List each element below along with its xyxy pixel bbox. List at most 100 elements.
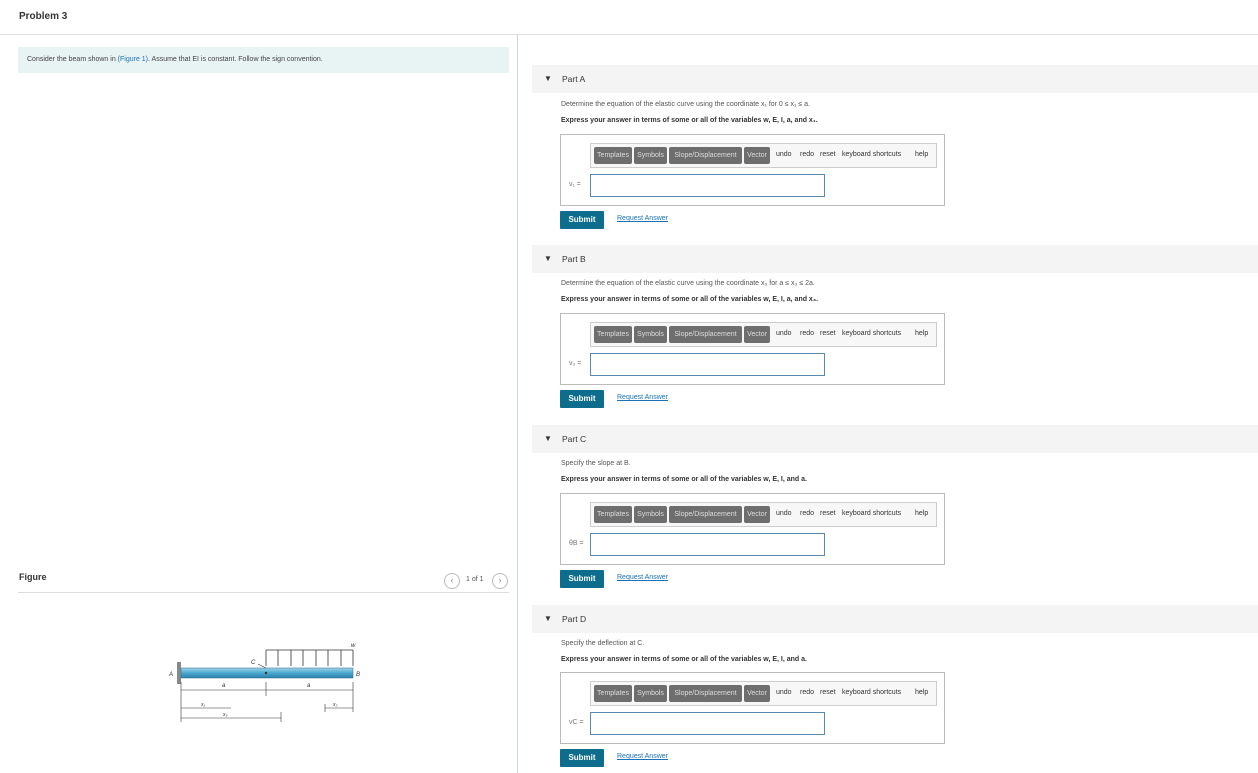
templates-button[interactable]: Templates [594,685,632,702]
math-toolbar: Templates Symbols Slope/Displacement Vec… [590,681,937,706]
part-d-header[interactable]: ▼ Part D [532,605,1258,633]
vector-button[interactable]: Vector [744,326,770,343]
vector-button[interactable]: Vector [744,147,770,164]
part-c-request-answer-link[interactable]: Request Answer [617,574,668,581]
reset-button[interactable]: reset [820,510,836,517]
label-x2: x₂ [332,702,338,708]
help-button[interactable]: help [915,510,928,517]
label-x3: x₃ [222,712,228,718]
page-title: Problem 3 [19,11,68,22]
templates-button[interactable]: Templates [594,326,632,343]
math-toolbar: Templates Symbols Slope/Displacement Vec… [590,143,937,168]
part-c-answer-input[interactable] [590,533,825,556]
part-d-submit-button[interactable]: Submit [560,749,604,767]
part-a-answer-input[interactable] [590,174,825,197]
collapse-triangle-icon: ▼ [544,254,552,263]
vector-button[interactable]: Vector [744,506,770,523]
label-w: w [351,643,356,649]
label-C: C [251,660,256,666]
symbols-button[interactable]: Symbols [634,685,667,702]
part-a-header[interactable]: ▼ Part A [532,65,1258,93]
label-B: B [356,672,360,678]
symbols-button[interactable]: Symbols [634,326,667,343]
part-a-submit-button[interactable]: Submit [560,211,604,229]
reset-button[interactable]: reset [820,330,836,337]
part-b-instruction: Express your answer in terms of some or … [561,296,819,303]
part-d-answer-input[interactable] [590,712,825,735]
figure-divider [18,592,509,593]
intro-suffix: . Assume that EI is constant. Follow the… [148,56,323,63]
slope-displacement-button[interactable]: Slope/Displacement [669,147,742,164]
figure-counter: 1 of 1 [466,576,484,583]
slope-displacement-button[interactable]: Slope/Displacement [669,506,742,523]
prev-figure-button[interactable]: ‹ [444,573,460,589]
chevron-left-icon: ‹ [450,575,454,585]
part-c-label: Part C [562,434,587,444]
reset-button[interactable]: reset [820,689,836,696]
part-b-request-answer-link[interactable]: Request Answer [617,394,668,401]
answer-variable-label: v₁ = [569,181,581,188]
part-c-header[interactable]: ▼ Part C [532,425,1258,453]
part-b-submit-button[interactable]: Submit [560,390,604,408]
keyboard-shortcuts-button[interactable]: keyboard shortcuts [842,689,901,696]
math-toolbar: Templates Symbols Slope/Displacement Vec… [590,502,937,527]
slope-displacement-button[interactable]: Slope/Displacement [669,326,742,343]
dimension-lines [180,682,354,722]
part-a-question: Determine the equation of the elastic cu… [561,101,810,108]
part-a-request-answer-link[interactable]: Request Answer [617,215,668,222]
part-b-answer-input[interactable] [590,353,825,376]
undo-button[interactable]: undo [776,689,792,696]
part-c-answer-box: Templates Symbols Slope/Displacement Vec… [560,493,945,565]
vector-button[interactable]: Vector [744,685,770,702]
undo-button[interactable]: undo [776,510,792,517]
templates-button[interactable]: Templates [594,506,632,523]
slope-displacement-button[interactable]: Slope/Displacement [669,685,742,702]
part-d-request-answer-link[interactable]: Request Answer [617,753,668,760]
redo-button[interactable]: redo [800,510,814,517]
symbols-button[interactable]: Symbols [634,506,667,523]
label-A: A [168,672,173,678]
fixed-support [177,662,181,684]
keyboard-shortcuts-button[interactable]: keyboard shortcuts [842,151,901,158]
redo-button[interactable]: redo [800,151,814,158]
symbols-button[interactable]: Symbols [634,147,667,164]
redo-button[interactable]: redo [800,689,814,696]
column-divider [517,35,518,773]
part-a-instruction: Express your answer in terms of some or … [561,117,818,124]
answer-variable-label: θB = [569,540,584,547]
header-divider [0,34,1258,35]
keyboard-shortcuts-button[interactable]: keyboard shortcuts [842,330,901,337]
templates-button[interactable]: Templates [594,147,632,164]
part-b-label: Part B [562,254,586,264]
part-d-instruction: Express your answer in terms of some or … [561,656,807,663]
collapse-triangle-icon: ▼ [544,434,552,443]
figure-title: Figure [19,572,47,582]
help-button[interactable]: help [915,330,928,337]
part-b-header[interactable]: ▼ Part B [532,245,1258,273]
undo-button[interactable]: undo [776,151,792,158]
chevron-right-icon: › [498,575,502,585]
part-a-answer-box: Templates Symbols Slope/Displacement Vec… [560,134,945,206]
redo-button[interactable]: redo [800,330,814,337]
label-a2: a [307,683,311,689]
part-c-instruction: Express your answer in terms of some or … [561,476,807,483]
help-button[interactable]: help [915,689,928,696]
next-figure-button[interactable]: › [492,573,508,589]
part-c-question: Specify the slope at B. [561,460,631,467]
figure-link[interactable]: (Figure 1) [118,56,148,63]
part-d-question: Specify the deflection at C. [561,640,645,647]
math-toolbar: Templates Symbols Slope/Displacement Vec… [590,322,937,347]
undo-button[interactable]: undo [776,330,792,337]
part-c-submit-button[interactable]: Submit [560,570,604,588]
label-x1: x₁ [200,702,206,708]
help-button[interactable]: help [915,151,928,158]
collapse-triangle-icon: ▼ [544,614,552,623]
part-b-question: Determine the equation of the elastic cu… [561,280,815,287]
label-a1: a [222,683,226,689]
reset-button[interactable]: reset [820,151,836,158]
problem-intro: Consider the beam shown in (Figure 1). A… [18,47,509,73]
part-d-label: Part D [562,614,587,624]
answer-variable-label: vC = [569,719,584,726]
keyboard-shortcuts-button[interactable]: keyboard shortcuts [842,510,901,517]
beam-figure: A B C w a a x₁ x₃ x₂ [168,643,360,722]
